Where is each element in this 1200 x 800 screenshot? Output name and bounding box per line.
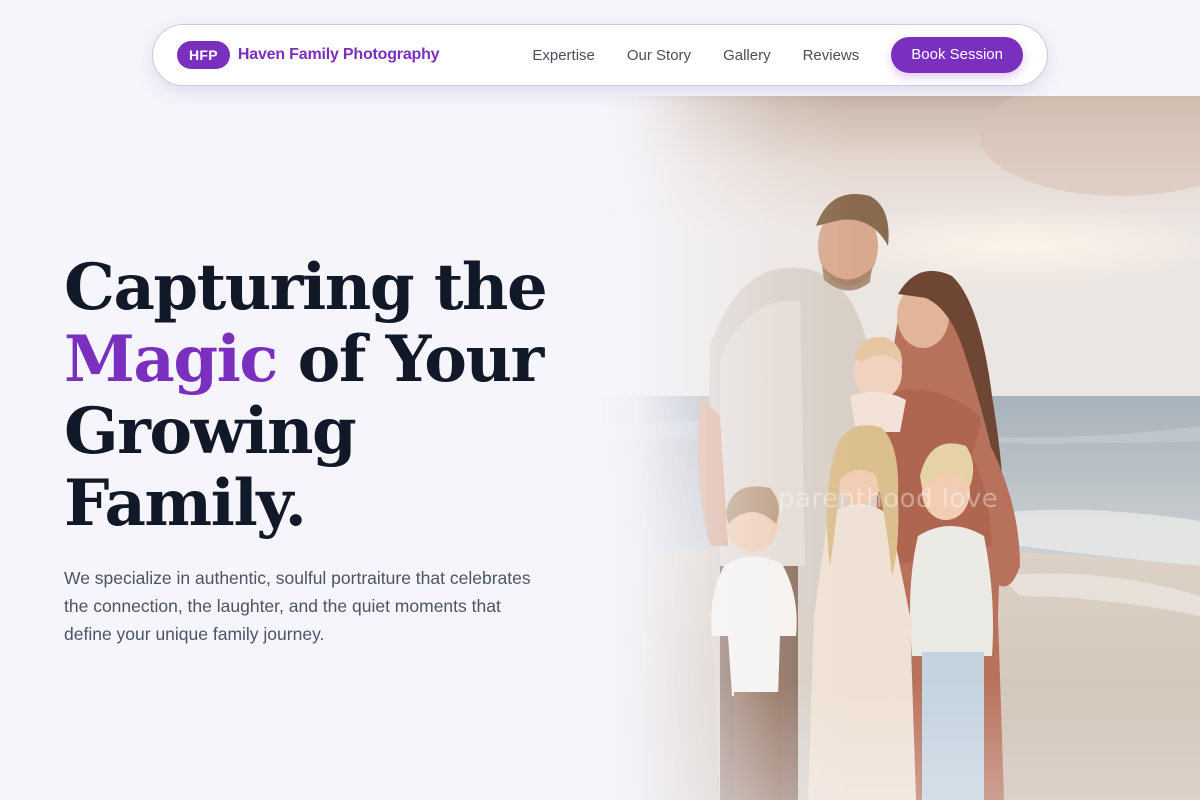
hero-title-accent: Magic [64,322,278,397]
hero-title-line-2: Magic of Your [64,324,604,396]
hero-title-line-1: Capturing the [64,250,548,325]
brand-logo[interactable]: HFP Haven Family Photography [177,41,440,69]
hero-title-line-2-rest: of Your [276,322,545,397]
brand-name: Haven Family Photography [237,46,440,63]
nav-link-our-story[interactable]: Our Story [627,47,691,64]
top-navbar: HFP Haven Family Photography Expertise O… [152,24,1048,86]
hero-family-photo: parenthood love [600,96,1200,800]
photo-watermark: parenthood love [778,484,999,514]
hero-title: Capturing the Magic of Your Growing Fami… [64,252,604,540]
hero-title-line-4: Family. [64,466,307,541]
book-session-button[interactable]: Book Session [891,37,1023,73]
nav-links: Expertise Our Story Gallery Reviews Book… [532,37,1023,73]
hero-title-line-3: Growing [64,394,357,469]
nav-link-gallery[interactable]: Gallery [723,47,771,64]
nav-link-reviews[interactable]: Reviews [803,47,860,64]
hero-subtitle: We specialize in authentic, soulful port… [64,568,531,644]
brand-badge: HFP [177,41,230,69]
family-beach-illustration [600,96,1200,800]
nav-link-expertise[interactable]: Expertise [532,47,595,64]
